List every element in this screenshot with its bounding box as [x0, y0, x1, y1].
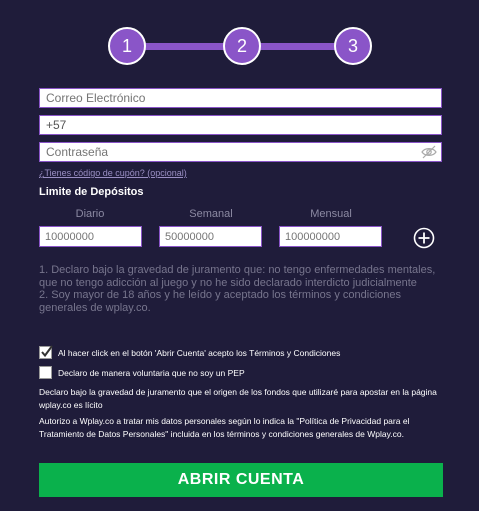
pep-checkbox-row: Declaro de manera voluntaria que no soy …: [39, 366, 245, 379]
terms-checkbox-row: Al hacer click en el botón 'Abrir Cuenta…: [39, 345, 341, 359]
phone-field-wrapper: [39, 115, 442, 135]
email-field-wrapper: [39, 88, 442, 108]
declaration-line-2: 2. Soy mayor de 18 años y he leído y ace…: [39, 289, 401, 314]
weekly-label: Semanal: [189, 208, 233, 220]
step-connector-1-2: [141, 43, 235, 50]
open-account-button[interactable]: ABRIR CUENTA: [39, 463, 443, 497]
phone-input[interactable]: [46, 116, 435, 134]
coupon-link[interactable]: ¿Tienes código de cupón? (opcional): [39, 168, 187, 178]
deposit-limits-title: Limite de Depósitos: [39, 186, 144, 198]
step-2: 2: [223, 27, 261, 65]
progress-stepper: 1 2 3: [0, 0, 479, 80]
step-3: 3: [334, 27, 372, 65]
terms-checkbox-label: Al hacer click en el botón 'Abrir Cuenta…: [58, 347, 341, 358]
email-input[interactable]: [46, 89, 435, 107]
declaration-text: 1. Declaro bajo la gravedad de juramento…: [39, 264, 449, 314]
daily-label: Diario: [75, 208, 105, 220]
password-field-wrapper: [39, 142, 442, 162]
pep-checkbox[interactable]: [39, 366, 52, 379]
daily-limit-wrapper: [39, 226, 142, 247]
eye-slash-icon[interactable]: [421, 145, 437, 159]
funds-declaration: Declaro bajo la gravedad de juramento qu…: [39, 387, 437, 410]
password-input[interactable]: [46, 143, 416, 161]
monthly-limit-input[interactable]: [285, 227, 376, 246]
daily-limit-input[interactable]: [45, 227, 136, 246]
checkmark-icon: [41, 345, 53, 358]
weekly-limit-wrapper: [159, 226, 262, 247]
step-1: 1: [108, 27, 146, 65]
monthly-label: Mensual: [310, 208, 352, 220]
plus-circle-icon[interactable]: [413, 227, 435, 249]
monthly-limit-wrapper: [279, 226, 382, 247]
weekly-limit-input[interactable]: [165, 227, 256, 246]
privacy-authorization: Autorizo a Wplay.co a tratar mis datos p…: [39, 416, 410, 439]
terms-checkbox[interactable]: [39, 345, 53, 359]
declaration-line-1: 1. Declaro bajo la gravedad de juramento…: [39, 264, 436, 289]
pep-checkbox-label: Declaro de manera voluntaria que no soy …: [58, 367, 245, 378]
